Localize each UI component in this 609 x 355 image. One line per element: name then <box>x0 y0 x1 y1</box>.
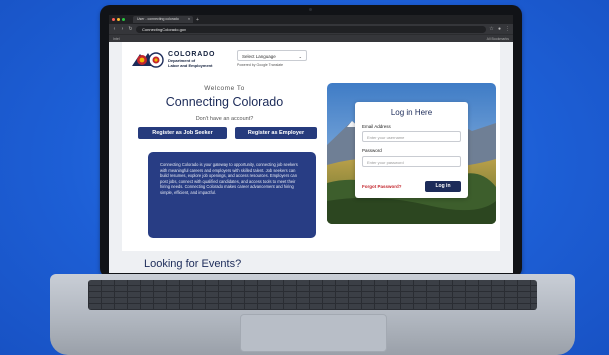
events-heading: Looking for Events? <box>144 258 242 270</box>
powered-by-translate: Powered by Google Translate <box>237 63 284 67</box>
email-field[interactable]: Enter your username <box>362 131 461 142</box>
site-header: COLORADO Department of Labor and Employm… <box>122 42 500 77</box>
forgot-password-link[interactable]: Forgot Password? <box>362 184 402 189</box>
login-button[interactable]: Log in <box>425 181 461 192</box>
star-icon[interactable]: ☆ <box>489 26 494 32</box>
window-maximize-dot[interactable] <box>122 18 125 21</box>
laptop-base <box>50 274 575 355</box>
menu-icon[interactable]: ⋮ <box>505 26 510 32</box>
browser-tab-bar: User - connecting colorado × + <box>109 15 513 24</box>
laptop-screen: User - connecting colorado × + ‹ › ↻ Con… <box>109 15 513 273</box>
browser-tab[interactable]: User - connecting colorado × <box>133 16 193 23</box>
tab-close-icon[interactable]: × <box>188 16 190 23</box>
no-account-text: Don't have an account? <box>195 116 254 122</box>
window-close-dot[interactable] <box>112 18 115 21</box>
browser-toolbar: ‹ › ↻ ConnectingColorado.gov ☆ ● ⋮ <box>109 24 513 34</box>
new-tab-button[interactable]: + <box>196 17 199 23</box>
email-label: Email Address <box>362 124 391 129</box>
info-panel: Connecting Colorado is your gateway to o… <box>148 152 316 238</box>
trackpad <box>240 314 387 352</box>
web-page: COLORADO Department of Labor and Employm… <box>109 42 513 273</box>
main-content: Welcome To Connecting Colorado Don't hav… <box>122 76 500 251</box>
laptop-lid: User - connecting colorado × + ‹ › ↻ Con… <box>100 5 522 278</box>
register-employer-button[interactable]: Register as Employer <box>235 127 317 139</box>
logo-text: COLORADO Department of Labor and Employm… <box>168 51 215 68</box>
password-field[interactable]: Enter your password <box>362 156 461 167</box>
forward-arrow-icon[interactable]: › <box>120 26 125 32</box>
reload-icon[interactable]: ↻ <box>128 26 133 32</box>
browser-tab-title: User - connecting colorado <box>137 17 179 21</box>
profile-icon[interactable]: ● <box>497 26 502 32</box>
colorado-logo-icon[interactable] <box>132 50 164 68</box>
page-title: Connecting Colorado <box>165 95 284 109</box>
welcome-text: Welcome To <box>204 85 245 92</box>
address-url: ConnectingColorado.gov <box>142 26 187 32</box>
password-label: Password <box>362 148 382 153</box>
all-bookmarks[interactable]: All Bookmarks <box>487 37 509 41</box>
logo-subtitle-2: Labor and Employment <box>168 63 213 68</box>
bookmark-intel[interactable]: Intel <box>113 37 120 41</box>
window-minimize-dot[interactable] <box>117 18 120 21</box>
address-bar[interactable]: ConnectingColorado.gov <box>136 25 486 33</box>
webcam <box>309 8 312 11</box>
password-placeholder: Enter your password <box>367 160 404 165</box>
language-select[interactable]: Select Language ⌄ <box>237 50 307 61</box>
login-title: Log in Here <box>390 108 433 117</box>
back-arrow-icon[interactable]: ‹ <box>112 26 117 32</box>
language-select-value: Select Language <box>242 54 276 59</box>
chevron-down-icon: ⌄ <box>298 54 302 59</box>
logo-title: COLORADO <box>168 51 216 58</box>
login-card: Log in Here Email Address Enter your use… <box>355 102 468 198</box>
register-job-seeker-button[interactable]: Register as Job Seeker <box>138 127 227 139</box>
email-placeholder: Enter your username <box>367 135 405 140</box>
bookmarks-bar: Intel All Bookmarks <box>109 34 513 42</box>
keyboard <box>88 280 537 310</box>
